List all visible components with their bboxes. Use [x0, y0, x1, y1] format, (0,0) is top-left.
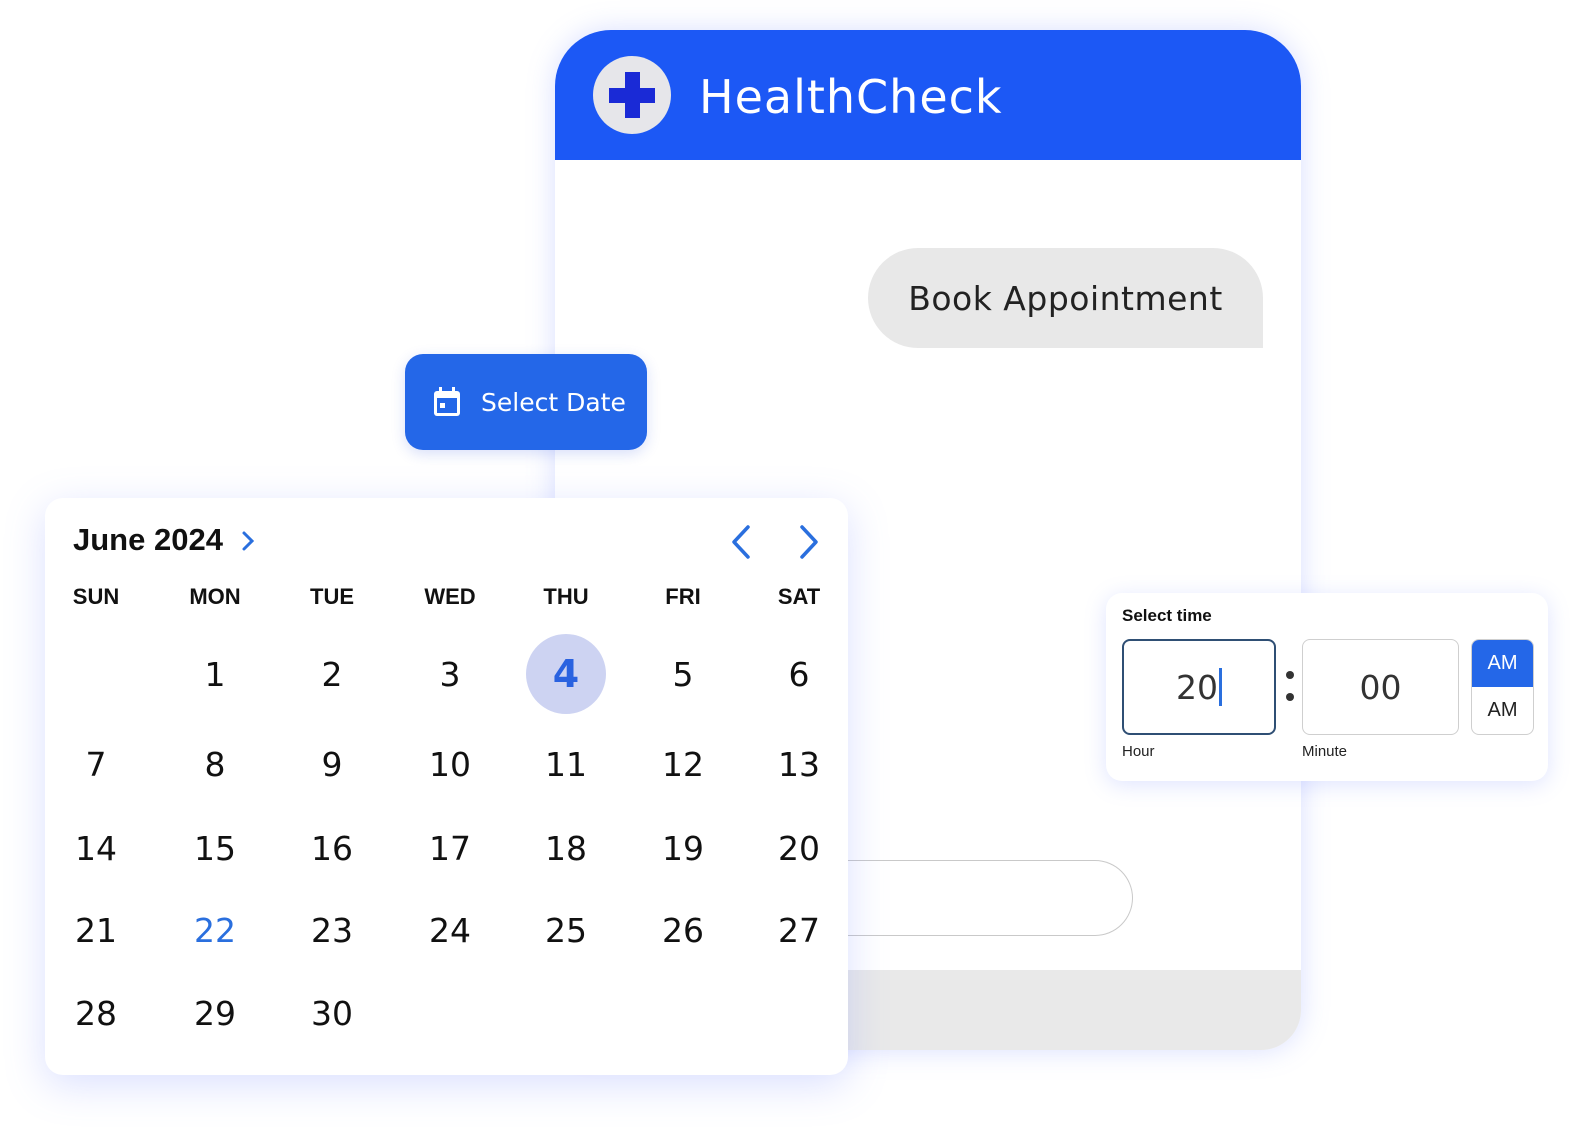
calendar-icon: [434, 387, 460, 416]
calendar-day-15[interactable]: 15: [175, 808, 255, 888]
calendar-day-3[interactable]: 3: [410, 634, 490, 714]
date-picker-calendar: June 2024 SUN MON TUE WED THU FRI SAT 12345678…: [45, 498, 848, 1075]
select-date-button[interactable]: Select Date: [405, 354, 647, 450]
weekday-tue: TUE: [310, 584, 354, 609]
calendar-day-21[interactable]: 21: [56, 890, 136, 970]
calendar-day-8[interactable]: 8: [175, 724, 255, 804]
text-cursor: [1219, 668, 1222, 706]
calendar-day-19[interactable]: 19: [643, 808, 723, 888]
weekday-sun: SUN: [72, 584, 120, 609]
calendar-day-14[interactable]: 14: [56, 808, 136, 888]
calendar-day-6[interactable]: 6: [759, 634, 839, 714]
chat-title: HealthCheck: [699, 70, 1003, 124]
calendar-day-12[interactable]: 12: [643, 724, 723, 804]
time-separator: [1284, 667, 1294, 707]
calendar-day-13[interactable]: 13: [759, 724, 839, 804]
period-option-am[interactable]: AM: [1472, 640, 1533, 687]
hour-label: Hour: [1122, 743, 1155, 760]
weekday-header-row: SUN MON TUE WED THU FRI SAT: [45, 584, 848, 614]
weekday-fri: FRI: [665, 584, 701, 609]
weekday-sat: SAT: [777, 584, 821, 609]
time-picker: Select time 20 00 AM AM Hour Minute: [1106, 593, 1548, 781]
am-pm-toggle: AM AM: [1471, 639, 1534, 735]
calendar-day-24[interactable]: 24: [410, 890, 490, 970]
minute-label: Minute: [1302, 743, 1348, 760]
calendar-day-28[interactable]: 28: [56, 973, 136, 1053]
calendar-day-29[interactable]: 29: [175, 973, 255, 1053]
month-year-label[interactable]: June 2024: [73, 522, 223, 558]
previous-month-button[interactable]: [729, 524, 753, 560]
calendar-day-11[interactable]: 11: [526, 724, 606, 804]
chat-header: HealthCheck: [555, 30, 1301, 160]
calendar-day-16[interactable]: 16: [292, 808, 372, 888]
calendar-day-26[interactable]: 26: [643, 890, 723, 970]
next-month-button[interactable]: [797, 524, 821, 560]
calendar-day-27[interactable]: 27: [759, 890, 839, 970]
calendar-day-2[interactable]: 2: [292, 634, 372, 714]
calendar-day-23[interactable]: 23: [292, 890, 372, 970]
medical-cross-icon: [593, 56, 671, 134]
weekday-wed: WED: [424, 584, 476, 609]
calendar-day-4[interactable]: 4: [526, 634, 606, 714]
calendar-day-20[interactable]: 20: [759, 808, 839, 888]
chevron-right-icon[interactable]: [241, 530, 255, 552]
hour-value: 20: [1176, 667, 1218, 707]
select-date-label: Select Date: [481, 387, 626, 417]
weekday-mon: MON: [189, 584, 241, 609]
calendar-day-9[interactable]: 9: [292, 724, 372, 804]
calendar-day-5[interactable]: 5: [643, 634, 723, 714]
minute-input[interactable]: 00: [1302, 639, 1459, 735]
calendar-day-22[interactable]: 22: [175, 890, 255, 970]
calendar-day-7[interactable]: 7: [56, 724, 136, 804]
calendar-day-10[interactable]: 10: [410, 724, 490, 804]
user-message-bubble: Book Appointment: [868, 248, 1263, 348]
period-option-second[interactable]: AM: [1472, 687, 1533, 734]
calendar-day-30[interactable]: 30: [292, 973, 372, 1053]
calendar-day-25[interactable]: 25: [526, 890, 606, 970]
calendar-day-18[interactable]: 18: [526, 808, 606, 888]
calendar-day-1[interactable]: 1: [175, 634, 255, 714]
hour-input[interactable]: 20: [1122, 639, 1276, 735]
calendar-day-17[interactable]: 17: [410, 808, 490, 888]
weekday-thu: THU: [543, 584, 589, 609]
time-picker-title: Select time: [1122, 606, 1212, 625]
